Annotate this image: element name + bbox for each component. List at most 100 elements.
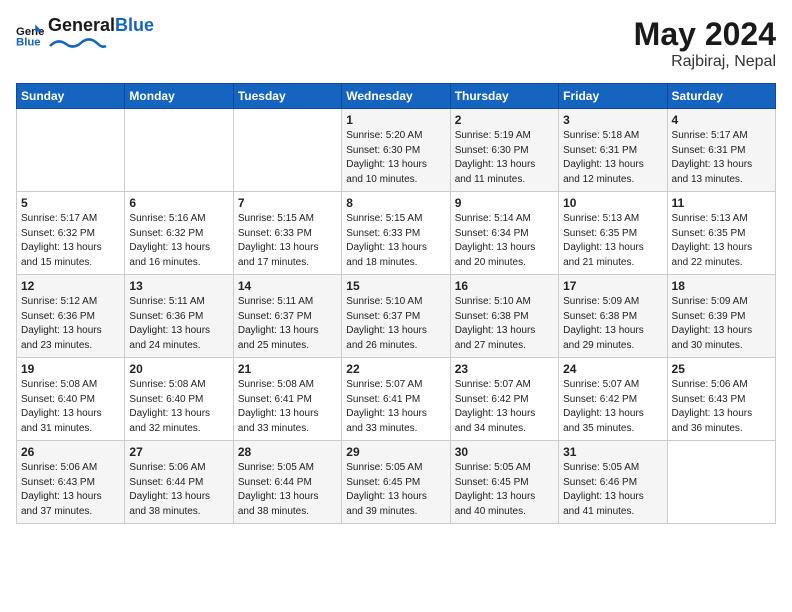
day-info: Sunrise: 5:06 AMSunset: 6:43 PMDaylight:… <box>21 461 120 519</box>
day-number: 30 <box>455 445 554 459</box>
page-header: General Blue GeneralBlue May 2024 Rajbir… <box>16 16 776 71</box>
day-info: Sunrise: 5:19 AMSunset: 6:30 PMDaylight:… <box>455 129 554 187</box>
header-tuesday: Tuesday <box>233 84 341 109</box>
day-info: Sunrise: 5:05 AMSunset: 6:45 PMDaylight:… <box>346 461 445 519</box>
logo-blue: Blue <box>115 15 154 35</box>
table-row: 31Sunrise: 5:05 AMSunset: 6:46 PMDayligh… <box>559 441 667 524</box>
header-sunday: Sunday <box>17 84 125 109</box>
day-info: Sunrise: 5:08 AMSunset: 6:41 PMDaylight:… <box>238 378 337 436</box>
day-number: 24 <box>563 362 662 376</box>
day-info: Sunrise: 5:06 AMSunset: 6:44 PMDaylight:… <box>129 461 228 519</box>
day-info: Sunrise: 5:17 AMSunset: 6:32 PMDaylight:… <box>21 212 120 270</box>
day-info: Sunrise: 5:15 AMSunset: 6:33 PMDaylight:… <box>238 212 337 270</box>
logo-general: General <box>48 15 115 35</box>
table-row: 23 Sunrise: 5:07 AMSunset: 6:42 PMDayligh… <box>450 358 558 441</box>
day-number: 14 <box>238 279 337 293</box>
svg-text:Blue: Blue <box>16 37 41 49</box>
table-row: 1Sunrise: 5:20 AMSunset: 6:30 PMDaylight… <box>342 109 450 192</box>
day-info: Sunrise: 5:13 AMSunset: 6:35 PMDaylight:… <box>563 212 662 270</box>
month-year: May 2024 <box>634 16 776 53</box>
header-saturday: Saturday <box>667 84 775 109</box>
logo-icon: General Blue <box>16 21 44 49</box>
header-thursday: Thursday <box>450 84 558 109</box>
table-row: 20 Sunrise: 5:08 AMSunset: 6:40 PMDayligh… <box>125 358 233 441</box>
day-info: Sunrise: 5:07 AMSunset: 6:41 PMDaylight:… <box>346 378 445 436</box>
day-info: Sunrise: 5:10 AMSunset: 6:38 PMDaylight:… <box>455 295 554 353</box>
day-info: Sunrise: 5:08 AMSunset: 6:40 PMDaylight:… <box>129 378 228 436</box>
day-number: 7 <box>238 196 337 210</box>
day-info: Sunrise: 5:05 AMSunset: 6:45 PMDaylight:… <box>455 461 554 519</box>
day-number: 6 <box>129 196 228 210</box>
day-info: Sunrise: 5:10 AMSunset: 6:37 PMDaylight:… <box>346 295 445 353</box>
table-row: 25 Sunrise: 5:06 AMSunset: 6:43 PMDayligh… <box>667 358 775 441</box>
day-number: 21 <box>238 362 337 376</box>
table-row: 11 Sunrise: 5:13 AMSunset: 6:35 PMDayligh… <box>667 192 775 275</box>
location: Rajbiraj, Nepal <box>634 53 776 71</box>
table-row: 10 Sunrise: 5:13 AMSunset: 6:35 PMDayligh… <box>559 192 667 275</box>
table-row: 27 Sunrise: 5:06 AMSunset: 6:44 PMDayligh… <box>125 441 233 524</box>
day-info: Sunrise: 5:14 AMSunset: 6:34 PMDaylight:… <box>455 212 554 270</box>
title-block: May 2024 Rajbiraj, Nepal <box>634 16 776 71</box>
table-row: 7 Sunrise: 5:15 AMSunset: 6:33 PMDaylight… <box>233 192 341 275</box>
day-number: 25 <box>672 362 771 376</box>
day-number: 22 <box>346 362 445 376</box>
day-number: 5 <box>21 196 120 210</box>
day-number: 18 <box>672 279 771 293</box>
day-number: 12 <box>21 279 120 293</box>
day-info: Sunrise: 5:07 AMSunset: 6:42 PMDaylight:… <box>563 378 662 436</box>
day-number: 11 <box>672 196 771 210</box>
table-row: 21 Sunrise: 5:08 AMSunset: 6:41 PMDayligh… <box>233 358 341 441</box>
table-row <box>125 109 233 192</box>
day-number: 15 <box>346 279 445 293</box>
table-row: 12 Sunrise: 5:12 AMSunset: 6:36 PMDayligh… <box>17 275 125 358</box>
day-info: Sunrise: 5:17 AMSunset: 6:31 PMDaylight:… <box>672 129 771 187</box>
day-number: 20 <box>129 362 228 376</box>
day-info: Sunrise: 5:12 AMSunset: 6:36 PMDaylight:… <box>21 295 120 353</box>
table-row <box>667 441 775 524</box>
table-row <box>233 109 341 192</box>
day-info: Sunrise: 5:08 AMSunset: 6:40 PMDaylight:… <box>21 378 120 436</box>
header-monday: Monday <box>125 84 233 109</box>
day-info: Sunrise: 5:09 AMSunset: 6:38 PMDaylight:… <box>563 295 662 353</box>
calendar-table: Sunday Monday Tuesday Wednesday Thursday… <box>16 83 776 524</box>
header-wednesday: Wednesday <box>342 84 450 109</box>
table-row <box>17 109 125 192</box>
table-row: 22 Sunrise: 5:07 AMSunset: 6:41 PMDayligh… <box>342 358 450 441</box>
day-number: 27 <box>129 445 228 459</box>
day-info: Sunrise: 5:11 AMSunset: 6:37 PMDaylight:… <box>238 295 337 353</box>
day-info: Sunrise: 5:18 AMSunset: 6:31 PMDaylight:… <box>563 129 662 187</box>
day-number: 10 <box>563 196 662 210</box>
table-row: 24 Sunrise: 5:07 AMSunset: 6:42 PMDayligh… <box>559 358 667 441</box>
table-row: 30 Sunrise: 5:05 AMSunset: 6:45 PMDayligh… <box>450 441 558 524</box>
calendar-week-row: 1Sunrise: 5:20 AMSunset: 6:30 PMDaylight… <box>17 109 776 192</box>
table-row: 18 Sunrise: 5:09 AMSunset: 6:39 PMDayligh… <box>667 275 775 358</box>
day-number: 13 <box>129 279 228 293</box>
day-info: Sunrise: 5:07 AMSunset: 6:42 PMDaylight:… <box>455 378 554 436</box>
day-number: 3 <box>563 113 662 127</box>
table-row: 26Sunrise: 5:06 AMSunset: 6:43 PMDayligh… <box>17 441 125 524</box>
day-info: Sunrise: 5:13 AMSunset: 6:35 PMDaylight:… <box>672 212 771 270</box>
day-number: 8 <box>346 196 445 210</box>
day-number: 1 <box>346 113 445 127</box>
table-row: 2 Sunrise: 5:19 AMSunset: 6:30 PMDaylight… <box>450 109 558 192</box>
day-number: 29 <box>346 445 445 459</box>
day-number: 23 <box>455 362 554 376</box>
day-number: 9 <box>455 196 554 210</box>
table-row: 16 Sunrise: 5:10 AMSunset: 6:38 PMDayligh… <box>450 275 558 358</box>
table-row: 13 Sunrise: 5:11 AMSunset: 6:36 PMDayligh… <box>125 275 233 358</box>
day-info: Sunrise: 5:16 AMSunset: 6:32 PMDaylight:… <box>129 212 228 270</box>
day-number: 28 <box>238 445 337 459</box>
weekday-header-row: Sunday Monday Tuesday Wednesday Thursday… <box>17 84 776 109</box>
day-info: Sunrise: 5:06 AMSunset: 6:43 PMDaylight:… <box>672 378 771 436</box>
day-number: 19 <box>21 362 120 376</box>
day-info: Sunrise: 5:11 AMSunset: 6:36 PMDaylight:… <box>129 295 228 353</box>
day-number: 16 <box>455 279 554 293</box>
calendar-week-row: 12 Sunrise: 5:12 AMSunset: 6:36 PMDayligh… <box>17 275 776 358</box>
day-number: 2 <box>455 113 554 127</box>
day-info: Sunrise: 5:09 AMSunset: 6:39 PMDaylight:… <box>672 295 771 353</box>
day-info: Sunrise: 5:15 AMSunset: 6:33 PMDaylight:… <box>346 212 445 270</box>
day-info: Sunrise: 5:05 AMSunset: 6:46 PMDaylight:… <box>563 461 662 519</box>
table-row: 19 Sunrise: 5:08 AMSunset: 6:40 PMDayligh… <box>17 358 125 441</box>
table-row: 3 Sunrise: 5:18 AMSunset: 6:31 PMDaylight… <box>559 109 667 192</box>
table-row: 5 Sunrise: 5:17 AMSunset: 6:32 PMDaylight… <box>17 192 125 275</box>
